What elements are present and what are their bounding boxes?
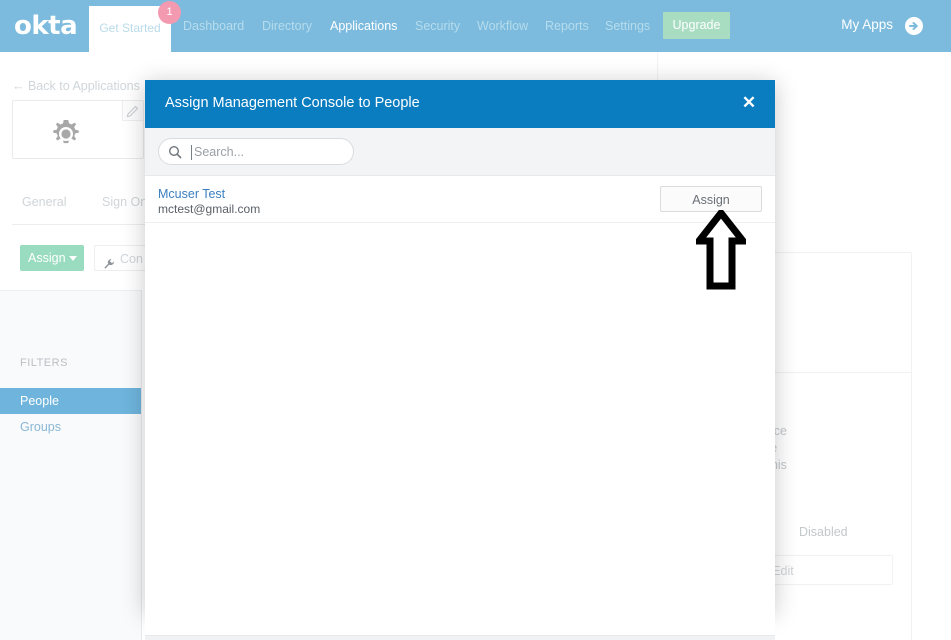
tab-sign-on[interactable]: Sign On: [102, 195, 147, 209]
assignments-toolbar: Assign Con: [0, 240, 164, 290]
nav-item-directory[interactable]: Directory: [262, 19, 312, 33]
filters-heading: FILTERS: [20, 357, 68, 369]
text-cursor: [191, 145, 192, 160]
assign-people-modal: Assign Management Console to People ✕ Se…: [145, 80, 775, 640]
search-icon: [168, 145, 182, 159]
modal-header: Assign Management Console to People ✕: [145, 80, 775, 128]
edit-logo-button[interactable]: [122, 101, 143, 121]
chevron-down-icon: [69, 256, 77, 261]
nav-item-dashboard[interactable]: Dashboard: [183, 19, 244, 33]
person-email: mctest@gmail.com: [158, 202, 261, 216]
tabs-divider: [12, 224, 145, 225]
okta-logo[interactable]: okta: [14, 12, 78, 40]
get-started-label: Get Started: [99, 21, 161, 35]
top-navbar: okta Get Started 1 Dashboard Directory A…: [0, 0, 951, 52]
assign-dropdown-button[interactable]: Assign: [20, 245, 84, 271]
nav-item-security[interactable]: Security: [415, 19, 460, 33]
gear-icon: [48, 116, 84, 152]
person-name[interactable]: Mcuser Test: [158, 187, 225, 201]
wrench-icon: [103, 253, 115, 269]
nav-item-workflow[interactable]: Workflow: [477, 19, 528, 33]
modal-title: Assign Management Console to People: [165, 95, 420, 111]
filter-item-people[interactable]: People: [0, 388, 141, 414]
search-placeholder: Search...: [194, 145, 245, 159]
modal-body: Mcuser Test mctest@gmail.com Assign: [145, 176, 775, 635]
filter-item-groups[interactable]: Groups: [0, 414, 141, 440]
modal-footer: Done: [145, 635, 775, 640]
get-started-badge: 1: [158, 1, 181, 24]
assign-button[interactable]: Assign: [660, 186, 762, 212]
upgrade-button[interactable]: Upgrade: [663, 12, 730, 39]
convert-assignments-label: Con: [120, 252, 143, 266]
nav-item-applications[interactable]: Applications: [330, 19, 397, 33]
filters-panel: FILTERS People Groups: [0, 290, 142, 640]
self-service-status-value: Disabled: [799, 525, 848, 539]
search-input[interactable]: Search...: [158, 138, 354, 165]
tab-general[interactable]: General: [22, 195, 66, 209]
up-arrow-annotation-icon: [691, 207, 751, 290]
screen-root: okta Get Started 1 Dashboard Directory A…: [0, 0, 951, 640]
nav-item-reports[interactable]: Reports: [545, 19, 589, 33]
close-icon[interactable]: ✕: [740, 94, 758, 112]
arrow-right-circle-icon[interactable]: [905, 17, 923, 35]
app-tabs: General Sign On: [0, 187, 147, 222]
assign-dropdown-label: Assign: [28, 251, 66, 265]
back-to-applications-link[interactable]: ← Back to Applications: [12, 79, 140, 93]
nav-item-settings[interactable]: Settings: [605, 19, 650, 33]
my-apps-label[interactable]: My Apps: [841, 17, 893, 32]
list-item: Mcuser Test mctest@gmail.com Assign: [145, 176, 775, 223]
modal-search-bar: Search...: [145, 128, 775, 176]
pencil-icon: [126, 105, 139, 118]
